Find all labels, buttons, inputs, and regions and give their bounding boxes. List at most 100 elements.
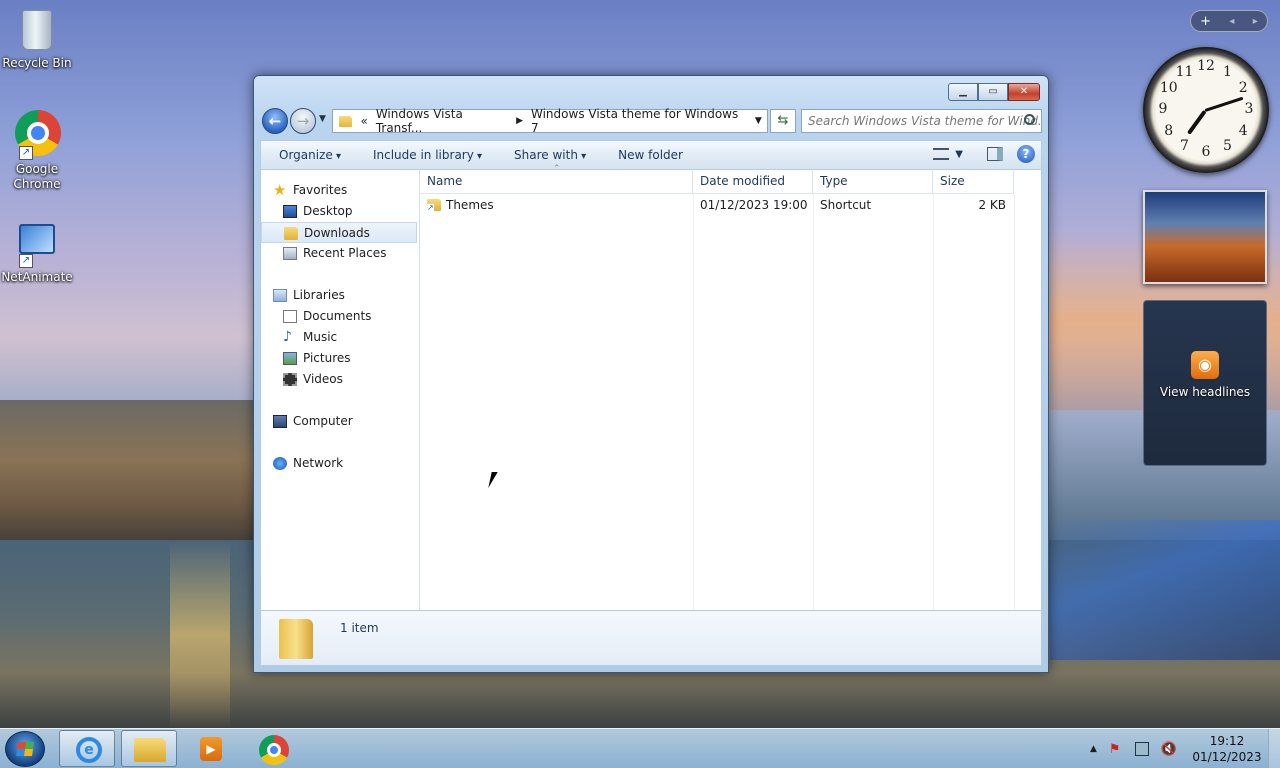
address-bar[interactable]: « Windows Vista Transf... ▶ Windows Vist… <box>332 107 768 135</box>
start-button[interactable] <box>5 731 45 767</box>
nav-item-recent-places[interactable]: Recent Places <box>261 243 419 264</box>
nav-item-pictures[interactable]: Pictures <box>261 348 419 369</box>
desktop-icon-google-chrome[interactable]: ↗ Google Chrome <box>1 110 73 192</box>
breadcrumb-overflow[interactable]: « <box>360 114 367 128</box>
downloads-folder-icon <box>284 227 298 240</box>
help-icon[interactable]: ? <box>1017 145 1035 163</box>
desktop-icon-label: Google Chrome <box>13 162 61 191</box>
nav-item-label: Music <box>303 330 338 344</box>
videos-icon <box>283 373 297 386</box>
new-folder-button[interactable]: New folder <box>618 148 683 162</box>
file-name-cell: Themes <box>420 194 693 216</box>
nav-item-label: Pictures <box>303 351 351 365</box>
preview-pane-icon[interactable] <box>987 147 1003 161</box>
system-tray: ▲ ⚑ 🔇 <box>1090 729 1177 768</box>
chevron-left-icon[interactable]: ◂ <box>1229 16 1234 27</box>
volume-muted-icon[interactable]: 🔇 <box>1161 742 1177 757</box>
clock-numeral: 4 <box>1238 122 1248 139</box>
clock-numeral: 11 <box>1175 63 1194 80</box>
maximize-button[interactable]: ▭ <box>978 83 1008 101</box>
desktop-icon <box>283 205 297 218</box>
recent-pages-chevron-icon[interactable]: ▼ <box>319 114 326 124</box>
nav-item-label: Favorites <box>293 183 348 197</box>
clock-numeral: 12 <box>1197 58 1215 74</box>
clock-numeral: 2 <box>1238 79 1248 96</box>
column-header-date-modified[interactable]: Date modified <box>693 170 813 194</box>
forward-button[interactable]: → <box>290 108 316 134</box>
command-bar-right: ▼ ? <box>933 145 1035 163</box>
taskbar-clock[interactable]: 19:12 01/12/2023 <box>1192 733 1262 765</box>
details-pane: 1 item <box>260 610 1042 666</box>
explorer-window[interactable]: ▁ ▭ ✕ ← → ▼ « Windows Vista Transf... ▶ … <box>253 75 1049 673</box>
column-divider <box>1014 194 1015 610</box>
desktop-icon-recycle-bin[interactable]: Recycle Bin <box>1 8 73 71</box>
folder-shortcut-icon <box>427 199 441 212</box>
folder-icon <box>279 619 313 659</box>
taskbar-time: 19:12 <box>1209 734 1245 748</box>
rss-icon: ◉ <box>1191 351 1219 379</box>
caption-buttons: ▁ ▭ ✕ <box>948 83 1040 101</box>
nav-item-desktop[interactable]: Desktop <box>261 201 419 222</box>
file-row-themes[interactable]: Themes 01/12/2023 19:00 Shortcut 2 KB <box>420 194 1041 216</box>
nav-item-network[interactable]: Network <box>261 453 419 474</box>
network-tray-icon[interactable] <box>1134 742 1149 756</box>
breadcrumb-item-current[interactable]: Windows Vista theme for Windows 7 <box>531 107 742 135</box>
organize-button[interactable]: Organize <box>279 148 341 162</box>
nav-item-libraries[interactable]: Libraries <box>261 285 419 306</box>
nav-item-computer[interactable]: Computer <box>261 411 419 432</box>
file-name: Themes <box>446 198 494 212</box>
chevron-right-icon[interactable]: ▸ <box>1253 16 1258 27</box>
nav-item-label: Downloads <box>304 226 370 240</box>
column-divider <box>693 194 694 610</box>
feed-headlines-gadget[interactable]: ◉ View headlines <box>1143 300 1267 466</box>
search-icon[interactable] <box>1024 114 1035 125</box>
taskbar-internet-explorer[interactable]: e <box>59 730 115 767</box>
gadget-toolbar[interactable]: + ◂ ▸ <box>1190 10 1268 32</box>
slideshow-gadget[interactable] <box>1143 190 1267 284</box>
clock-numeral: 10 <box>1159 79 1178 96</box>
chrome-icon: ↗ <box>15 110 61 160</box>
back-button[interactable]: ← <box>262 108 288 134</box>
folder-icon <box>339 115 353 127</box>
nav-item-videos[interactable]: Videos <box>261 369 419 390</box>
desktop-icon-netanimate[interactable]: ↗ NetAnimate <box>1 218 73 285</box>
column-header-size[interactable]: Size <box>933 170 1014 194</box>
nav-item-downloads[interactable]: Downloads <box>261 222 417 243</box>
taskbar-google-chrome[interactable] <box>244 730 300 767</box>
desktop-icon-label: Recycle Bin <box>2 56 72 70</box>
clock-numeral: 7 <box>1180 138 1189 155</box>
breadcrumb-separator-icon[interactable]: ▶ <box>516 116 523 126</box>
file-list[interactable]: ⌃ Name Date modified Type Size Themes 01… <box>420 164 1041 610</box>
taskbar-media-player[interactable]: ▶ <box>182 730 238 767</box>
navigation-pane[interactable]: ★ Favorites Desktop Downloads Recent Pla… <box>261 170 420 610</box>
refresh-button[interactable]: ⇆ <box>770 109 796 133</box>
clock-numeral: 5 <box>1223 138 1232 155</box>
search-input[interactable]: Search Windows Vista theme for Wind... <box>801 109 1042 133</box>
close-button[interactable]: ✕ <box>1008 83 1040 101</box>
column-header-type[interactable]: Type <box>813 170 933 194</box>
view-dropdown-icon[interactable]: ▼ <box>955 149 963 160</box>
include-in-library-button[interactable]: Include in library <box>373 148 482 162</box>
breadcrumb-item-parent[interactable]: Windows Vista Transf... <box>376 107 508 135</box>
star-icon: ★ <box>273 181 287 199</box>
chrome-icon <box>259 735 289 765</box>
nav-item-favorites[interactable]: ★ Favorites <box>261 180 419 201</box>
action-center-flag-icon[interactable]: ⚑ <box>1109 742 1123 757</box>
nav-item-music[interactable]: ♪ Music <box>261 327 419 348</box>
nav-item-label: Recent Places <box>303 246 387 260</box>
file-type-cell: Shortcut <box>820 198 872 212</box>
column-header-name[interactable]: Name <box>420 170 693 194</box>
clock-gadget[interactable]: 12 1 2 3 4 5 6 7 8 9 10 11 <box>1143 47 1269 173</box>
taskbar-windows-explorer[interactable] <box>121 730 177 767</box>
share-with-button[interactable]: Share with <box>514 148 586 162</box>
shortcut-arrow-icon: ↗ <box>19 146 33 160</box>
minimize-button[interactable]: ▁ <box>948 83 978 101</box>
pictures-icon <box>283 352 297 365</box>
clock-numeral: 9 <box>1158 101 1168 117</box>
add-gadget-icon[interactable]: + <box>1200 14 1211 29</box>
nav-item-documents[interactable]: Documents <box>261 306 419 327</box>
change-view-icon[interactable] <box>933 148 950 160</box>
show-desktop-button[interactable] <box>1268 729 1280 768</box>
show-hidden-icons-icon[interactable]: ▲ <box>1090 744 1097 754</box>
address-dropdown-icon[interactable]: ▼ <box>750 116 767 126</box>
